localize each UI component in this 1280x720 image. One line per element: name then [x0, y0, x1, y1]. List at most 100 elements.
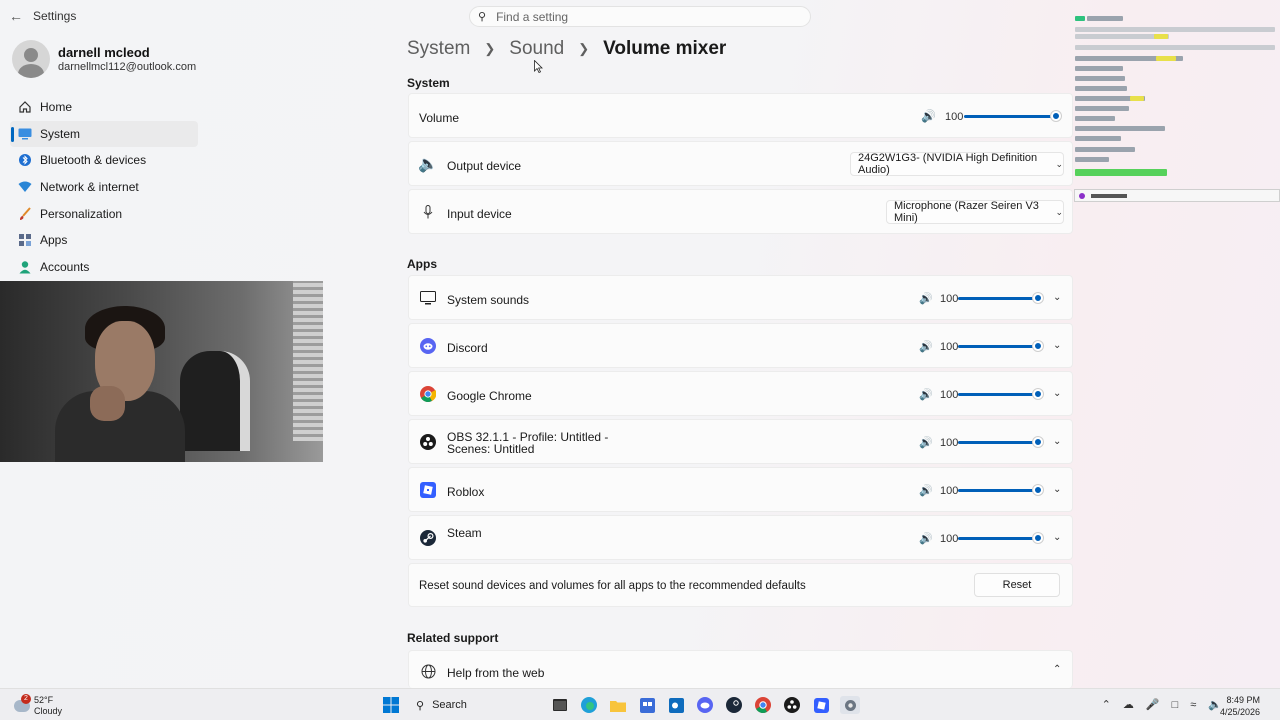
- reset-button[interactable]: Reset: [974, 573, 1060, 597]
- onedrive-cloud-icon[interactable]: ☁: [1123, 698, 1134, 711]
- app-volume-slider[interactable]: [958, 537, 1040, 540]
- app-row-discord: Discord 🔊 100 ⌄: [408, 323, 1073, 368]
- app-volume-slider[interactable]: [958, 297, 1040, 300]
- slider-thumb[interactable]: [1033, 341, 1043, 351]
- chevron-down-icon: ⌄: [1055, 206, 1063, 217]
- speaker-icon[interactable]: 🔊: [919, 292, 933, 305]
- sidebar-item-personalization[interactable]: Personalization: [10, 200, 198, 227]
- microphone-icon[interactable]: 🎤: [1146, 698, 1160, 711]
- chevron-down-icon[interactable]: ⌄: [1053, 388, 1061, 399]
- outlook-icon[interactable]: [666, 696, 686, 714]
- chevron-down-icon[interactable]: ⌄: [1053, 484, 1061, 495]
- display-icon[interactable]: □: [1172, 699, 1179, 711]
- obs-icon[interactable]: [782, 696, 802, 714]
- user-profile[interactable]: darnell mcleod darnellmcl112@outlook.com: [12, 40, 196, 78]
- app-volume-slider[interactable]: [958, 441, 1040, 444]
- edge-icon[interactable]: [579, 696, 599, 714]
- chevron-down-icon: ⌄: [1055, 158, 1063, 169]
- sidebar-item-apps[interactable]: Apps: [10, 227, 198, 254]
- app-row-google-chrome: Google Chrome 🔊 100 ⌄: [408, 371, 1073, 416]
- chevron-down-icon[interactable]: ⌄: [1053, 532, 1061, 543]
- chevron-down-icon[interactable]: ⌄: [1053, 436, 1061, 447]
- apps-icon: [17, 232, 33, 248]
- chrome-icon[interactable]: [753, 696, 773, 714]
- discord-icon[interactable]: [695, 696, 715, 714]
- sidebar-item-network[interactable]: Network & internet: [10, 174, 198, 201]
- avatar: [12, 40, 50, 78]
- output-device-label: Output device: [447, 159, 522, 173]
- sidebar-item-bluetooth[interactable]: Bluetooth & devices: [10, 147, 198, 174]
- chevron-down-icon[interactable]: ⌄: [1053, 340, 1061, 351]
- settings-gear-icon[interactable]: [840, 696, 860, 714]
- app-volume-slider[interactable]: [958, 489, 1040, 492]
- profile-name: darnell mcleod: [58, 45, 150, 60]
- app-title: Settings: [33, 9, 77, 23]
- app-row-obs: OBS 32.1.1 - Profile: Untitled - Scenes:…: [408, 419, 1073, 464]
- slider-thumb[interactable]: [1033, 293, 1043, 303]
- globe-icon: [419, 662, 437, 680]
- breadcrumb-sound[interactable]: Sound: [509, 38, 564, 60]
- steam-icon[interactable]: [724, 696, 744, 714]
- input-device-card: Input device Microphone (Razer Seiren V3…: [408, 189, 1073, 234]
- speaker-icon[interactable]: 🔊: [919, 340, 933, 353]
- speaker-icon[interactable]: 🔊: [919, 532, 933, 545]
- master-volume-slider[interactable]: [964, 115, 1057, 118]
- back-arrow-icon[interactable]: ←: [0, 0, 32, 32]
- sidebar-item-accounts[interactable]: Accounts: [10, 254, 198, 281]
- slider-thumb[interactable]: [1033, 485, 1043, 495]
- cloud-icon: 2: [14, 694, 31, 712]
- slider-thumb[interactable]: [1033, 437, 1043, 447]
- app-volume-value: 100: [940, 341, 959, 353]
- app-name: OBS 32.1.1 - Profile: Untitled - Scenes:…: [447, 430, 609, 456]
- roblox-icon[interactable]: [811, 696, 831, 714]
- speaker-icon[interactable]: 🔊: [921, 109, 936, 123]
- slider-thumb[interactable]: [1033, 389, 1043, 399]
- output-device-card: 🔈 Output device 24G2W1G3- (NVIDIA High D…: [408, 141, 1073, 186]
- speaker-icon[interactable]: 🔊: [919, 388, 933, 401]
- file-explorer-icon[interactable]: [608, 696, 628, 714]
- app-volume-slider[interactable]: [958, 393, 1040, 396]
- wifi-icon[interactable]: ≈: [1190, 699, 1196, 711]
- windows-start-icon[interactable]: [381, 696, 401, 714]
- speaker-icon[interactable]: 🔊: [919, 436, 933, 449]
- sidebar-item-label: Apps: [40, 233, 68, 248]
- chevron-up-icon[interactable]: ⌃: [1102, 698, 1111, 711]
- monitor-icon: [17, 126, 33, 142]
- sidebar-item-label: System: [40, 126, 81, 141]
- app-volume-value: 100: [940, 389, 959, 401]
- search-icon: ⚲: [416, 699, 425, 712]
- clock[interactable]: 8:49 PM 4/25/2026: [1220, 694, 1260, 718]
- chevron-right-icon: ❯: [578, 41, 590, 56]
- terminal-icon[interactable]: [550, 696, 570, 714]
- search-icon: ⚲: [478, 11, 487, 23]
- store-icon[interactable]: [637, 696, 657, 714]
- input-device-dropdown[interactable]: Microphone (Razer Seiren V3 Mini) ⌄: [886, 200, 1064, 224]
- slider-thumb[interactable]: [1033, 533, 1043, 543]
- taskbar-search[interactable]: ⚲ Search: [410, 694, 540, 716]
- output-device-dropdown[interactable]: 24G2W1G3- (NVIDIA High Definition Audio)…: [850, 152, 1064, 176]
- speaker-icon[interactable]: 🔊: [919, 484, 933, 497]
- sidebar-item-label: Personalization: [40, 206, 123, 221]
- home-icon: [17, 99, 33, 115]
- app-volume-value: 100: [940, 533, 959, 545]
- app-volume-slider[interactable]: [958, 345, 1040, 348]
- app-volume-value: 100: [940, 293, 959, 305]
- settings-search-input[interactable]: ⚲ Find a setting: [469, 6, 811, 27]
- volume-value: 100: [945, 111, 964, 123]
- sidebar-item-home[interactable]: Home: [10, 94, 198, 121]
- clock-date: 4/25/2026: [1219, 707, 1260, 717]
- chevron-up-icon[interactable]: ⌃: [1053, 664, 1061, 675]
- master-volume-card: Volume 🔊 100: [408, 93, 1073, 138]
- breadcrumb: System ❯ Sound ❯ Volume mixer: [407, 38, 726, 60]
- breadcrumb-system[interactable]: System: [407, 38, 470, 60]
- person-icon: [17, 259, 33, 275]
- sidebar-item-system[interactable]: System: [10, 120, 198, 148]
- slider-thumb[interactable]: [1051, 111, 1061, 121]
- microphone-icon: [419, 203, 437, 221]
- weather-widget[interactable]: 2 52°F Cloudy: [14, 694, 62, 717]
- help-from-web-card[interactable]: Help from the web ⌃: [408, 650, 1073, 688]
- brush-icon: [17, 206, 33, 222]
- chevron-down-icon[interactable]: ⌄: [1053, 292, 1061, 303]
- section-title-system: System: [407, 76, 450, 90]
- clock-time: 8:49 PM: [1226, 695, 1260, 705]
